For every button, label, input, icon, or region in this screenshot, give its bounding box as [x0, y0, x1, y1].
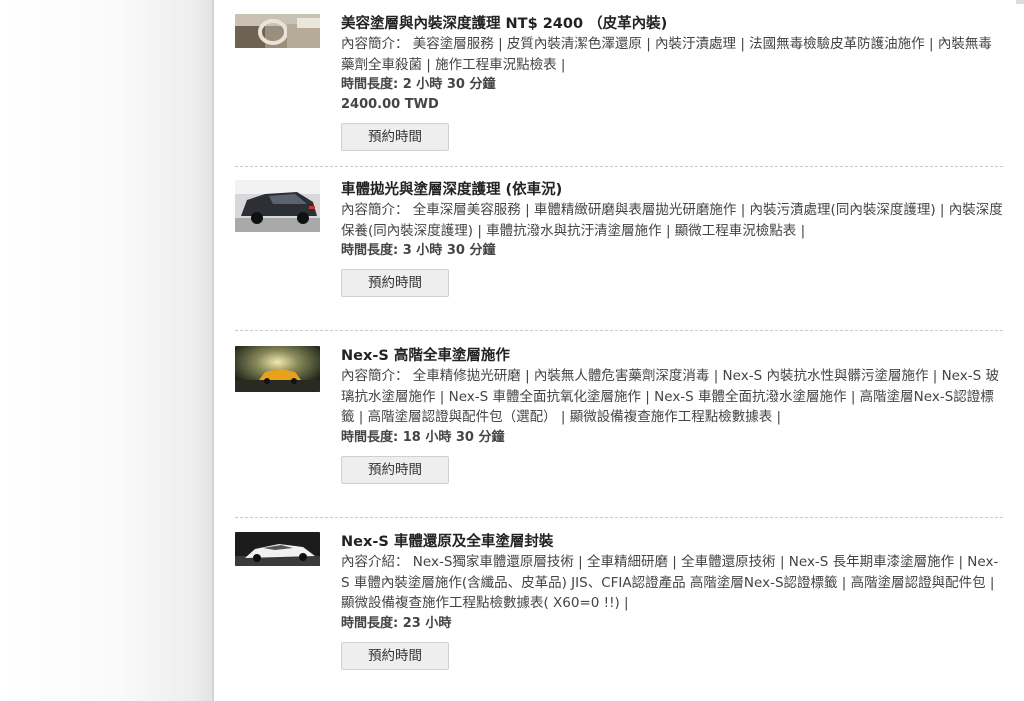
service-description: 內容簡介： 全車深層美容服務 | 車體精緻研磨與表層拋光研磨施作 | 內裝污漬處… [341, 202, 1003, 239]
book-time-button[interactable]: 預約時間 [341, 123, 449, 151]
hatchback-rear-photo-icon [235, 180, 320, 232]
white-supercar-photo-icon [235, 532, 320, 566]
service-duration: 時間長度: 18 小時 30 分鐘 [341, 429, 505, 445]
service-duration: 時間長度: 2 小時 30 分鐘 [341, 77, 496, 92]
divider [235, 166, 1003, 167]
book-time-button[interactable]: 預約時間 [341, 455, 449, 484]
divider [235, 330, 1003, 331]
service-price: 2400.00 TWD [341, 97, 439, 112]
sports-car-sunset-photo-icon [235, 346, 320, 392]
service-description: 內容簡介： 美容塗層服務 | 皮質內裝清潔色澤還原 | 內裝汙漬處理 | 法國無… [341, 36, 992, 73]
book-time-button[interactable]: 預約時間 [341, 269, 449, 297]
service-title: Nex-S 高階全車塗層施作 [341, 348, 510, 364]
service-title: 車體拋光與塗層深度護理 (依車況) [341, 182, 563, 198]
service-title: 美容塗層與內裝深度護理 NT$ 2400 （皮革內裝) [341, 16, 668, 32]
left-gutter [0, 0, 213, 701]
service-list: 美容塗層與內裝深度護理 NT$ 2400 （皮革內裝) 內容簡介： 美容塗層服務… [214, 0, 1024, 701]
book-time-button[interactable]: 預約時間 [341, 641, 449, 670]
car-interior-photo-icon [235, 14, 320, 48]
service-duration: 時間長度: 23 小時 [341, 615, 452, 631]
service-title: Nex-S 車體還原及全車塗層封裝 [341, 534, 554, 550]
divider [235, 517, 1003, 518]
service-description: 內容簡介： 全車精修拋光研磨 | 內裝無人體危害藥劑深度消毒 | Nex-S 內… [341, 368, 999, 425]
service-description: 內容介紹： Nex-S獨家車體還原層技術 | 全車精細研磨 | 全車體還原技術 … [341, 554, 999, 611]
service-duration: 時間長度: 3 小時 30 分鐘 [341, 243, 496, 258]
